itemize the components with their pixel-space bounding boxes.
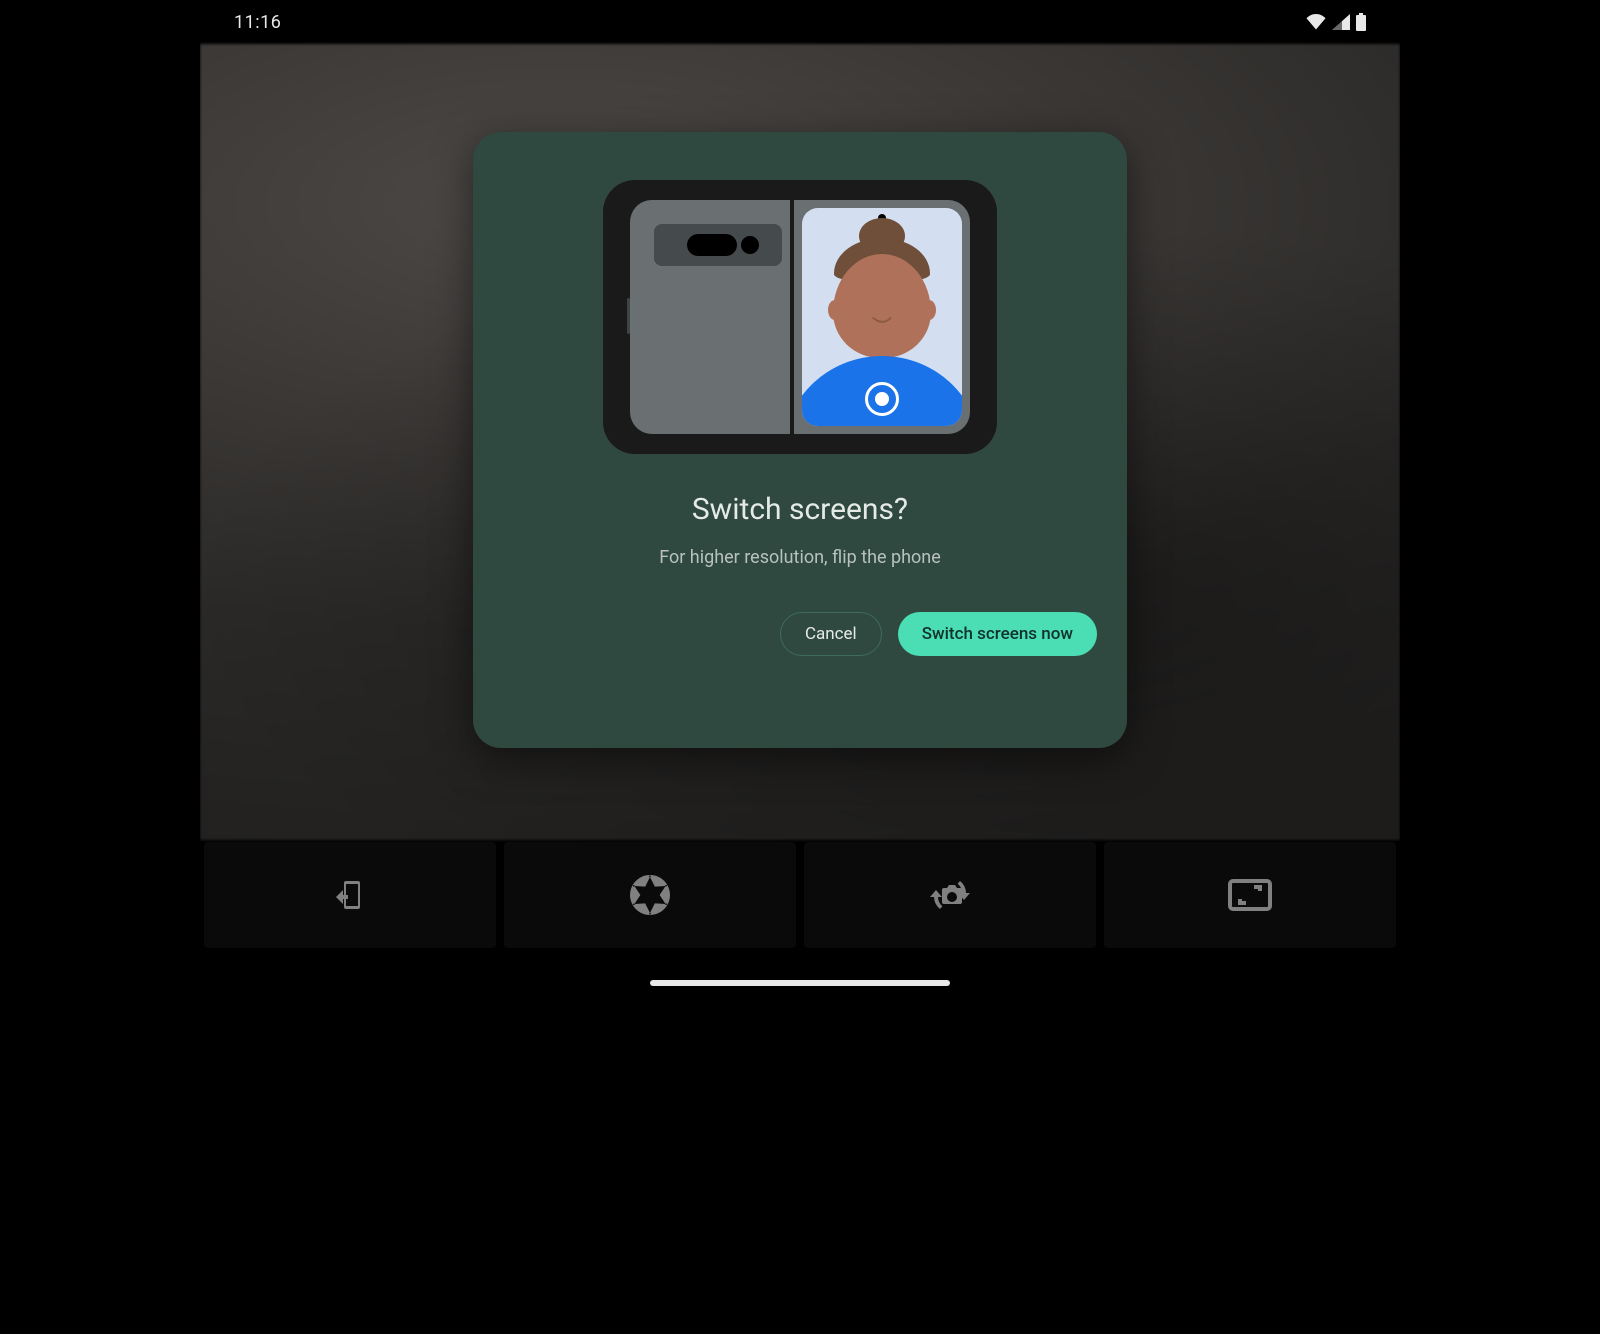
shutter-icon <box>865 382 899 416</box>
dialog-actions: Cancel Switch screens now <box>780 612 1097 656</box>
status-indicators <box>1306 13 1366 31</box>
phone-front-panel <box>794 200 970 434</box>
toolbar-aperture[interactable] <box>504 842 796 948</box>
toolbar-switch-display[interactable] <box>204 842 496 948</box>
switch-display-icon <box>330 875 370 915</box>
flip-camera-icon <box>926 871 974 919</box>
selfie-preview-illustration <box>802 208 962 426</box>
rear-camera-bar <box>654 224 782 266</box>
battery-icon <box>1356 13 1366 31</box>
aperture-icon <box>628 873 672 917</box>
status-time: 11:16 <box>234 12 281 33</box>
toolbar-flip-camera[interactable] <box>804 842 1096 948</box>
dialog-illustration <box>603 180 997 454</box>
switch-screens-dialog: Switch screens? For higher resolution, f… <box>473 132 1127 748</box>
cancel-button[interactable]: Cancel <box>780 612 882 656</box>
status-bar: 11:16 <box>200 0 1400 44</box>
switch-screens-button[interactable]: Switch screens now <box>898 612 1097 656</box>
camera-toolbar <box>204 842 1396 948</box>
foldable-phone-illustration <box>630 200 970 434</box>
toolbar-aspect-ratio[interactable] <box>1104 842 1396 948</box>
dialog-title: Switch screens? <box>692 492 908 527</box>
camera-app-screen: 11:16 <box>200 0 1400 1000</box>
dialog-subtitle: For higher resolution, flip the phone <box>659 547 941 568</box>
wifi-icon <box>1306 14 1326 30</box>
phone-back-panel <box>630 200 790 434</box>
aspect-ratio-icon <box>1226 875 1274 915</box>
gesture-nav-bar[interactable] <box>650 980 950 986</box>
signal-icon <box>1332 14 1350 30</box>
